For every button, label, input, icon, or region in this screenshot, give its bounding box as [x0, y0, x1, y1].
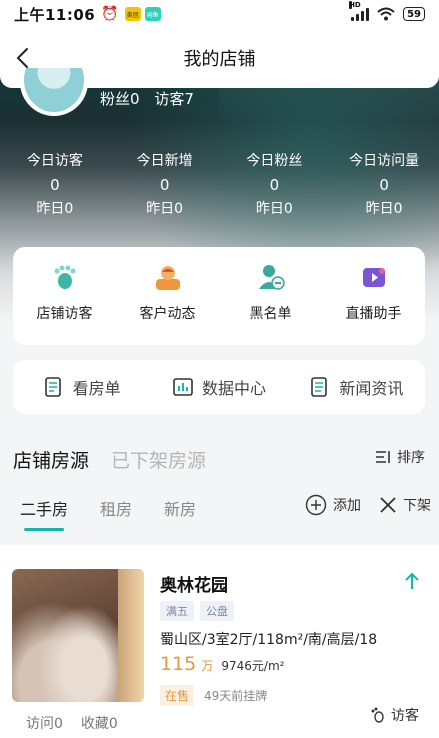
stat-today-visitors[interactable]: 今日访客 0 昨日0 — [0, 150, 110, 218]
page-title: 我的店铺 — [183, 49, 256, 70]
stat-yesterday: 昨日0 — [36, 201, 74, 217]
stat-value: 0 — [379, 176, 389, 194]
wifi-icon — [377, 7, 395, 21]
tool-label: 客户动态 — [139, 306, 196, 322]
signal-icon: HD — [349, 1, 370, 21]
stat-yesterday: 昨日0 — [255, 201, 293, 217]
alarm-icon: ⏰ — [101, 6, 119, 22]
tab-second-hand[interactable]: 二手房 — [20, 496, 68, 531]
tab-rental[interactable]: 租房 — [100, 496, 132, 520]
listing-description: 蜀山区/3室2厅/118m²/南/高层/18 — [160, 632, 378, 648]
stat-today-new[interactable]: 今日新增 0 昨日0 — [110, 150, 220, 218]
price-unit: 万 — [201, 659, 214, 673]
listing-counts: 访问0 收藏0 — [26, 713, 118, 733]
stat-value: 0 — [50, 176, 60, 194]
status-right: HD 59 — [349, 1, 425, 21]
link-label: 看房单 — [72, 379, 121, 398]
news-icon — [311, 377, 328, 397]
tool-label: 黑名单 — [249, 306, 292, 322]
favorite-count: 收藏0 — [80, 716, 118, 732]
plus-circle-icon — [305, 494, 327, 516]
status-badge: 在售 — [160, 685, 195, 706]
meituan-icon: 美团 — [124, 7, 141, 21]
chart-icon — [173, 378, 193, 396]
add-label: 添加 — [333, 498, 361, 514]
link-data-center[interactable]: 数据中心 — [150, 375, 287, 399]
stat-label: 今日粉丝 — [246, 153, 303, 169]
links-card: 看房单 数据中心 新闻资讯 — [13, 360, 425, 414]
tool-label: 店铺访客 — [36, 306, 93, 322]
listing-tags: 满五 公盘 — [160, 601, 234, 621]
visitor-icon — [371, 707, 384, 723]
remove-button[interactable]: 下架 — [379, 495, 431, 515]
remove-label: 下架 — [403, 498, 431, 514]
posted-time: 49天前挂牌 — [204, 689, 268, 703]
today-stats: 今日访客 0 昨日0 今日新增 0 昨日0 今日粉丝 0 昨日0 今日访问量 0… — [0, 150, 439, 218]
visit-count: 访问0 — [26, 716, 63, 732]
status-time: 上午11:06 — [14, 5, 96, 24]
tag: 满五 — [160, 601, 194, 621]
type-tabs: 二手房 租房 新房 — [20, 496, 196, 531]
tag: 公盘 — [200, 601, 234, 621]
link-label: 新闻资讯 — [339, 379, 404, 398]
tab-shop-listings[interactable]: 店铺房源 — [13, 446, 89, 473]
photo-curtain — [118, 569, 144, 702]
listing-card[interactable]: 奥林花园 满五 公盘 蜀山区/3室2厅/118m²/南/高层/18 115 万 … — [0, 545, 439, 738]
customer-icon — [155, 266, 180, 290]
stat-yesterday: 昨日0 — [365, 201, 403, 217]
avatar-image — [24, 68, 84, 112]
live-icon — [362, 268, 385, 287]
listing-price: 115 万 9746元/m² — [160, 653, 284, 675]
tool-blacklist[interactable]: 黑名单 — [219, 247, 322, 345]
tool-live-assistant[interactable]: 直播助手 — [322, 247, 425, 345]
battery-icon: 59 — [403, 7, 425, 21]
sort-button[interactable]: 排序 — [375, 447, 425, 467]
xianyu-icon: 闲鱼 — [144, 7, 161, 21]
listing-title: 奥林花园 — [160, 576, 228, 596]
footprint-icon — [54, 265, 75, 289]
arrow-up-icon[interactable] — [403, 571, 421, 591]
sort-label: 排序 — [397, 450, 425, 466]
tool-customer-activity[interactable]: 客户动态 — [116, 247, 219, 345]
visitor-count: 访客7 — [154, 90, 194, 108]
stat-label: 今日新增 — [136, 153, 193, 169]
listing-tabs: 店铺房源 已下架房源 — [13, 446, 206, 473]
stat-label: 今日访问量 — [349, 153, 420, 169]
tool-label: 直播助手 — [345, 306, 402, 322]
listing-photo[interactable] — [12, 569, 144, 702]
add-button[interactable]: 添加 — [305, 494, 361, 516]
listing-actions: 添加 下架 — [305, 494, 431, 516]
visitor-label: 访客 — [391, 708, 419, 724]
listing-status: 在售 49天前挂牌 — [160, 685, 267, 706]
stat-yesterday: 昨日0 — [146, 201, 184, 217]
visitor-button[interactable]: 访客 — [369, 705, 419, 725]
stat-label: 今日访客 — [26, 153, 83, 169]
link-label: 数据中心 — [201, 379, 266, 398]
stat-value: 0 — [159, 176, 170, 194]
close-icon — [380, 497, 396, 513]
stat-value: 0 — [269, 176, 280, 194]
tab-new-home[interactable]: 新房 — [164, 496, 196, 520]
price-value: 115 — [160, 653, 197, 675]
fans-count: 粉丝0 — [100, 90, 140, 108]
tab-removed-listings[interactable]: 已下架房源 — [111, 446, 206, 473]
blacklist-icon — [258, 265, 285, 290]
status-bar: 上午11:06 ⏰ 美团 闲鱼 HD 59 — [0, 0, 439, 28]
unit-price: 9746元/m² — [221, 659, 285, 673]
list-icon — [44, 377, 61, 397]
profile-stats: 粉丝0 访客7 — [100, 88, 194, 109]
tools-card: 店铺访客 客户动态 黑名单 直播助手 — [13, 247, 425, 345]
link-news[interactable]: 新闻资讯 — [288, 375, 425, 399]
tool-shop-visitors[interactable]: 店铺访客 — [13, 247, 116, 345]
stat-today-fans[interactable]: 今日粉丝 0 昨日0 — [220, 150, 330, 218]
link-viewing-list[interactable]: 看房单 — [13, 375, 150, 399]
sort-icon — [376, 451, 390, 463]
stat-today-views[interactable]: 今日访问量 0 昨日0 — [329, 150, 439, 218]
network-type: HD — [349, 1, 361, 9]
